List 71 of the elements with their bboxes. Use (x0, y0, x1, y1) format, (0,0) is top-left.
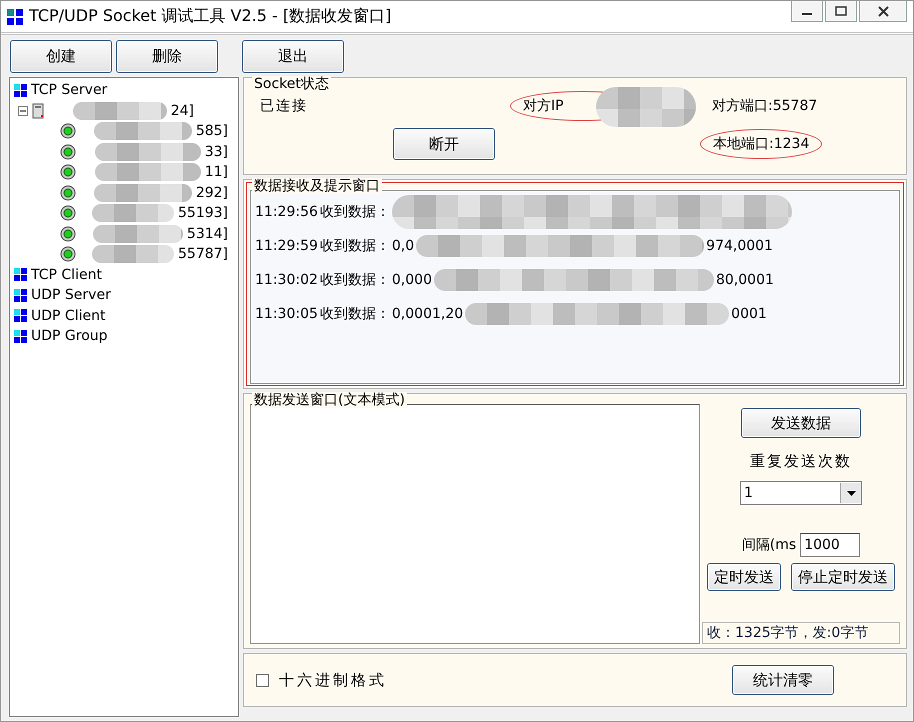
tree-item[interactable]: UDP Server (31, 287, 111, 304)
grid-icon (14, 330, 27, 343)
disconnect-button[interactable]: 断开 (393, 128, 495, 160)
globe-icon (60, 144, 76, 160)
globe-icon (60, 184, 76, 201)
hex-format-label: 十六进制格式 (279, 670, 387, 690)
toolbar-button[interactable]: 创建 (10, 40, 112, 72)
connection-status: 已连接 (260, 97, 309, 115)
byte-counter: 收：1325字节，发:0字节 (702, 622, 900, 644)
repeat-count-label: 重复发送次数 (750, 452, 852, 471)
globe-icon (60, 164, 76, 180)
repeat-count-dropdown[interactable]: 1 (740, 481, 862, 505)
stop-timer-button[interactable]: 停止定时发送 (791, 563, 895, 591)
server-icon (32, 102, 44, 119)
dropdown-arrow-icon (846, 490, 856, 496)
tree-item[interactable]: 5314] (186, 226, 228, 242)
globe-icon (60, 246, 76, 262)
data-fragment: 80,0001 (716, 272, 774, 288)
collapse-icon[interactable] (18, 106, 28, 116)
globe-icon (60, 205, 76, 222)
send-button[interactable]: 发送数据 (741, 408, 861, 438)
data-fragment: 0,0001,20 (392, 306, 464, 322)
close-button[interactable] (859, 1, 907, 22)
dropdown-value: 1 (743, 485, 754, 501)
timestamp: 11:29:59 (255, 238, 318, 254)
tree-item[interactable]: 55193] (178, 205, 228, 222)
maximize-button[interactable] (825, 1, 857, 22)
tree-item[interactable]: UDP Group (31, 328, 108, 344)
tree-item[interactable]: 24] (170, 102, 194, 119)
data-fragment: 0,000 (392, 272, 432, 288)
group-title: 数据接收及提示窗口 (252, 178, 382, 194)
received-label: 收到数据： (320, 305, 390, 323)
maximize-icon (835, 6, 847, 16)
tree-item[interactable]: 11] (204, 164, 228, 180)
tree-item[interactable]: UDP Client (31, 308, 106, 324)
globe-icon (60, 226, 76, 242)
app-icon (7, 8, 23, 24)
group-title: Socket状态 (252, 76, 331, 92)
received-label: 收到数据： (320, 271, 390, 289)
received-label: 收到数据： (320, 203, 390, 221)
close-icon (878, 6, 888, 16)
globe-icon (60, 123, 76, 140)
timestamp: 11:29:56 (255, 204, 318, 220)
local-port-label: 本地端口:1234 (700, 129, 822, 159)
peer-port-label: 对方端口:55787 (711, 97, 818, 116)
timestamp: 11:30:02 (255, 272, 318, 288)
grid-icon (14, 84, 27, 97)
tree-item[interactable]: 55787] (178, 246, 228, 262)
toolbar-button[interactable]: 退出 (242, 40, 344, 72)
minimize-button[interactable] (791, 1, 823, 22)
interval-field[interactable]: 1000 (800, 533, 860, 557)
grid-icon (14, 309, 27, 322)
data-fragment: 0001 (731, 306, 767, 322)
interval-label: 间隔(ms (742, 536, 796, 554)
group-title: 数据发送窗口(文本模式) (252, 392, 407, 408)
data-fragment: 0,0 (392, 238, 414, 254)
tree-item[interactable]: 585] (196, 123, 228, 140)
timer-send-button[interactable]: 定时发送 (707, 563, 781, 591)
clear-stats-button[interactable]: 统计清零 (732, 665, 834, 695)
tree-item[interactable]: TCP Client (31, 266, 102, 283)
tree-item[interactable]: 292] (196, 184, 228, 201)
data-fragment: 974,0001 (706, 238, 773, 254)
toolbar-button[interactable]: 删除 (116, 40, 218, 72)
timestamp: 11:30:05 (255, 306, 318, 322)
tree-item[interactable]: 33] (204, 144, 228, 160)
received-label: 收到数据： (320, 237, 390, 255)
grid-icon (14, 268, 27, 282)
window-title: TCP/UDP Socket 调试工具 V2.5 - [数据收发窗口] (29, 6, 392, 27)
grid-icon (14, 288, 27, 302)
hex-checkbox[interactable] (256, 674, 269, 686)
tree-item[interactable]: TCP Server (31, 82, 108, 98)
